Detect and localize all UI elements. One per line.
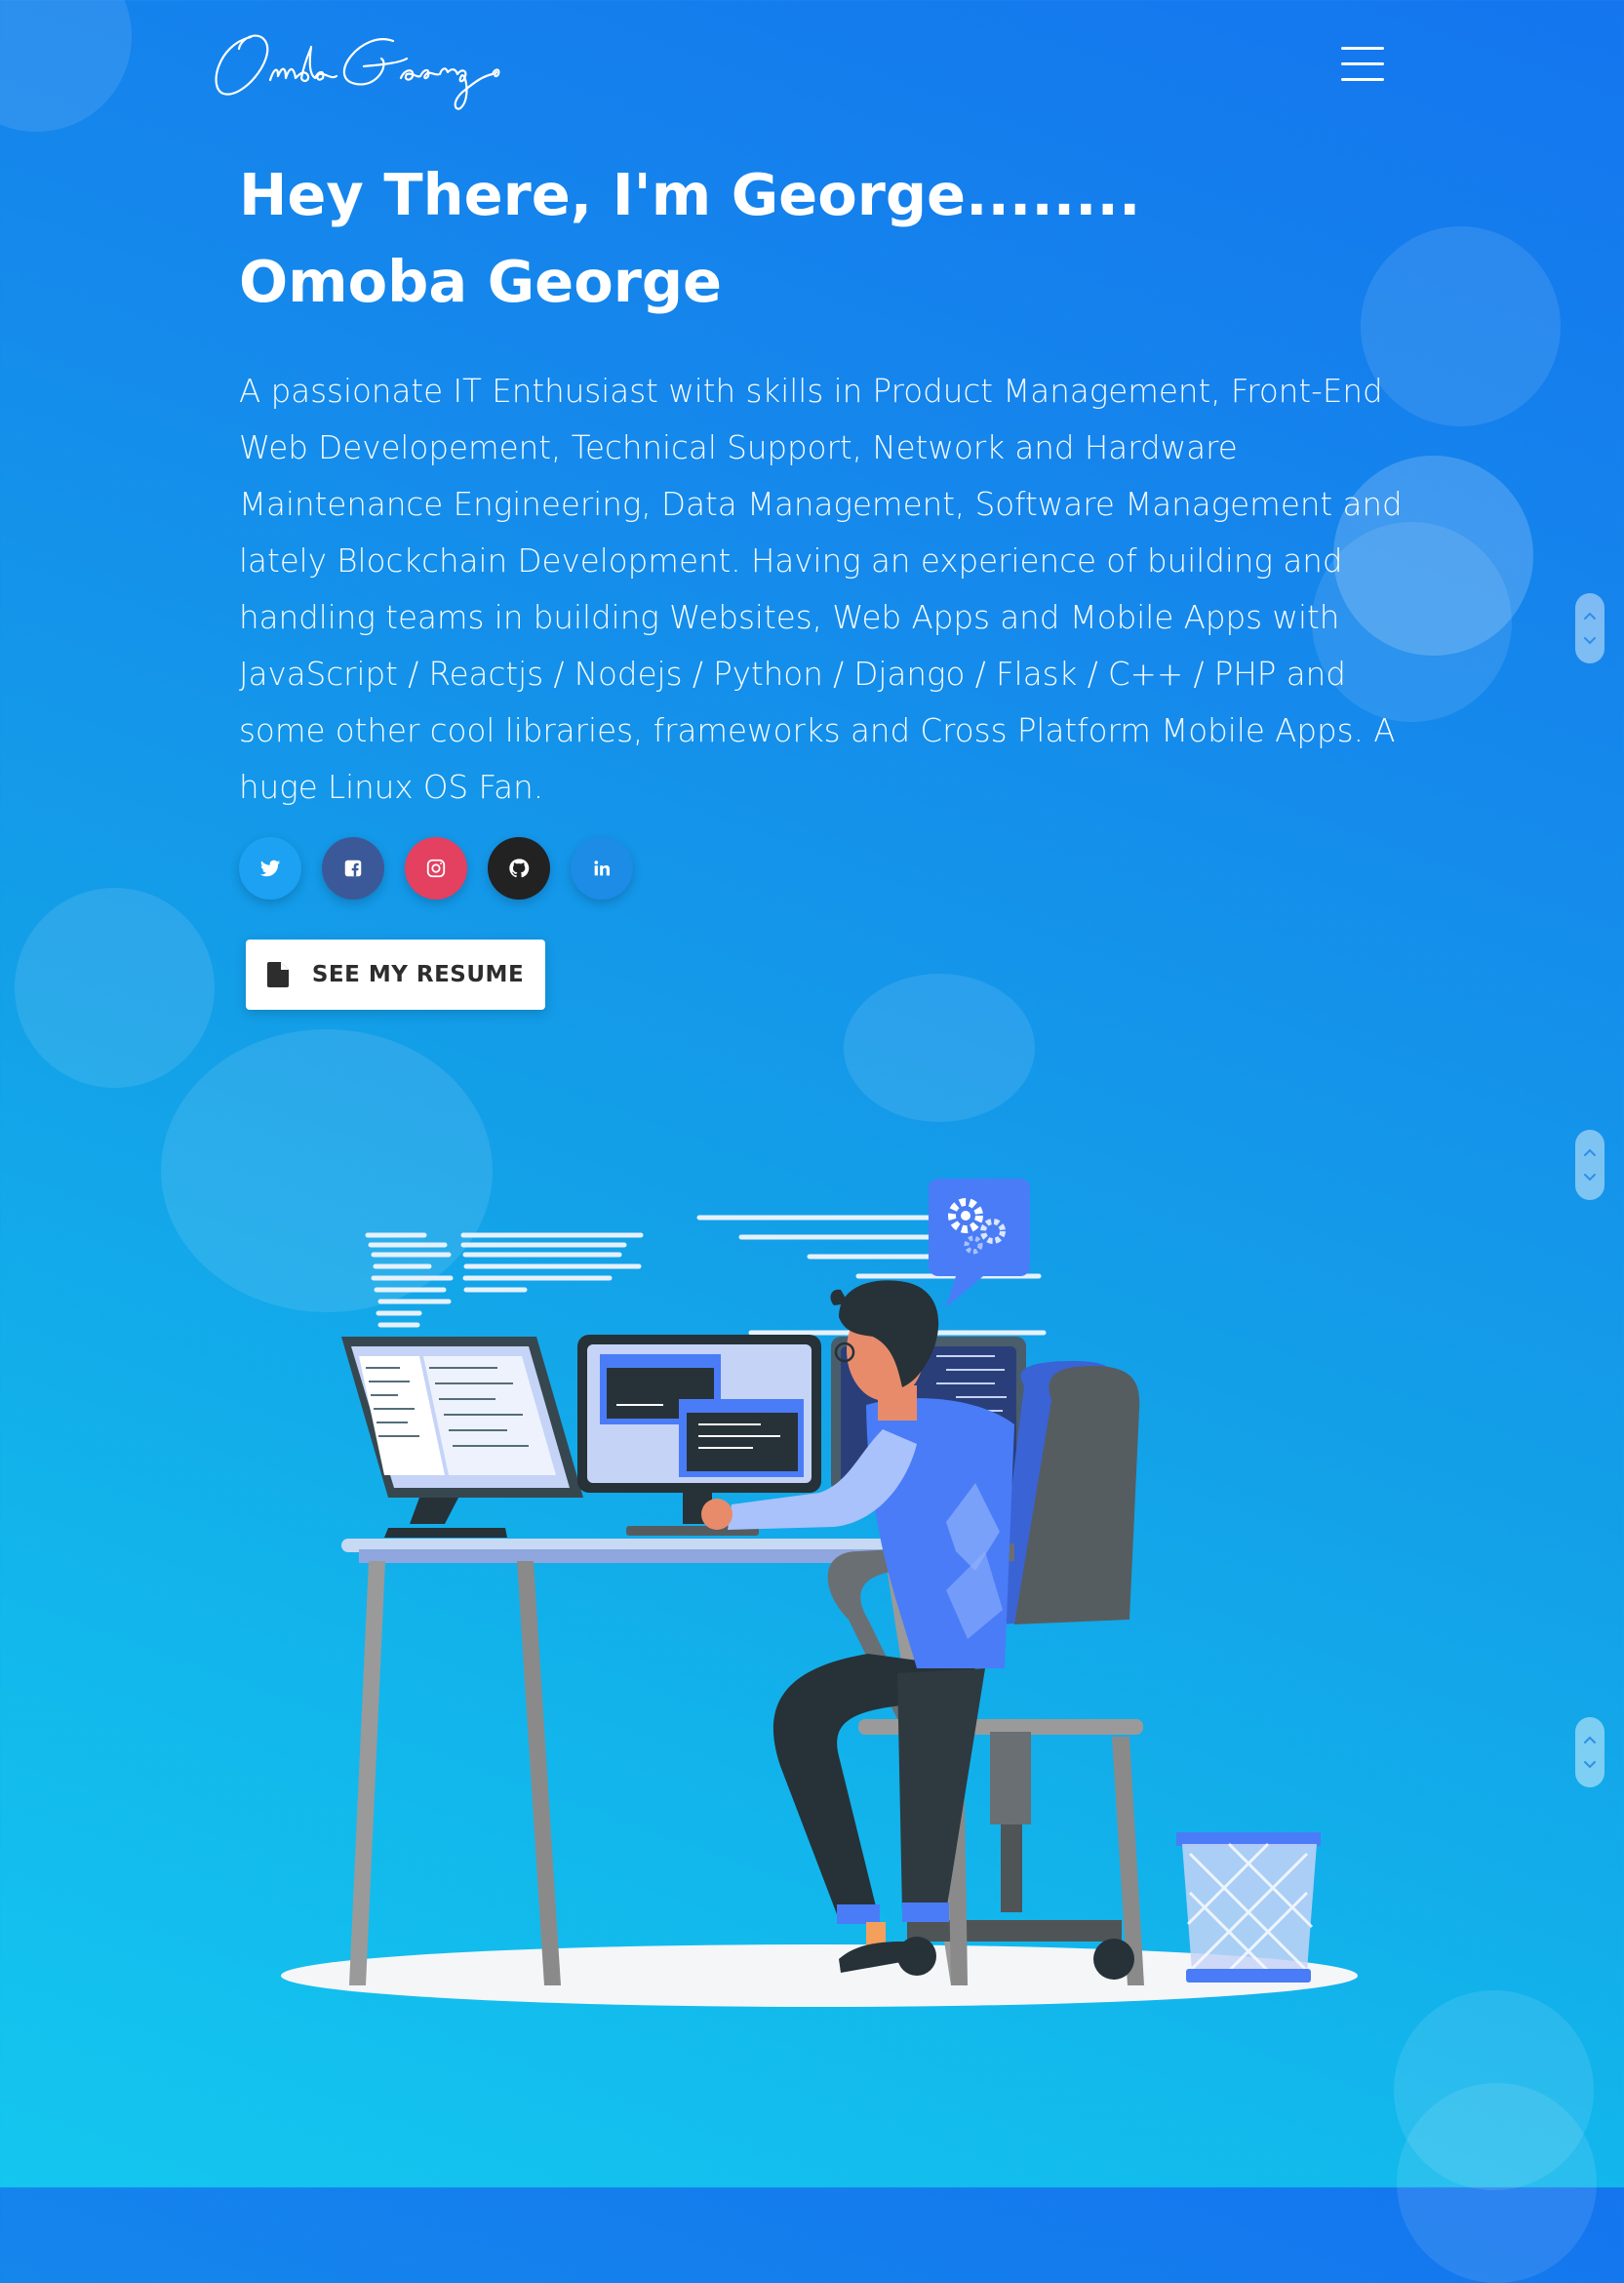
developer-illustration bbox=[273, 1161, 1366, 2020]
chevron-up-down-icon bbox=[1584, 1148, 1596, 1182]
twitter-button[interactable] bbox=[239, 837, 301, 900]
chevron-up-down-icon bbox=[1584, 1736, 1596, 1769]
page-title: Hey There, I'm George........ Omoba Geor… bbox=[239, 161, 1141, 315]
document-icon bbox=[266, 962, 289, 987]
github-button[interactable] bbox=[488, 837, 550, 900]
scroll-pill[interactable] bbox=[1575, 1130, 1604, 1200]
facebook-icon bbox=[344, 860, 362, 877]
wastebasket bbox=[1176, 1832, 1321, 1983]
scroll-pill[interactable] bbox=[1575, 1717, 1604, 1787]
github-icon bbox=[509, 859, 530, 878]
background-bubble bbox=[844, 974, 1035, 1122]
gear-bubble bbox=[929, 1179, 1030, 1307]
background-bubble bbox=[0, 0, 132, 132]
facebook-button[interactable] bbox=[322, 837, 384, 900]
linkedin-button[interactable] bbox=[571, 837, 633, 900]
hamburger-menu-icon[interactable] bbox=[1341, 47, 1384, 82]
bio-paragraph: A passionate IT Enthusiast with skills i… bbox=[239, 373, 1403, 806]
background-bubble bbox=[15, 888, 215, 1088]
resume-button-label: SEE MY RESUME bbox=[311, 962, 525, 987]
site-logo[interactable] bbox=[210, 20, 561, 127]
background-bubble bbox=[1397, 2083, 1597, 2283]
scroll-pill[interactable] bbox=[1575, 593, 1604, 663]
social-links bbox=[239, 837, 633, 900]
linkedin-icon bbox=[594, 861, 610, 876]
instagram-icon bbox=[426, 859, 446, 878]
instagram-button[interactable] bbox=[405, 837, 467, 900]
monitor-left bbox=[341, 1337, 583, 1538]
chevron-up-down-icon bbox=[1584, 612, 1596, 645]
twitter-icon bbox=[259, 860, 281, 877]
see-resume-button[interactable]: SEE MY RESUME bbox=[246, 940, 545, 1010]
